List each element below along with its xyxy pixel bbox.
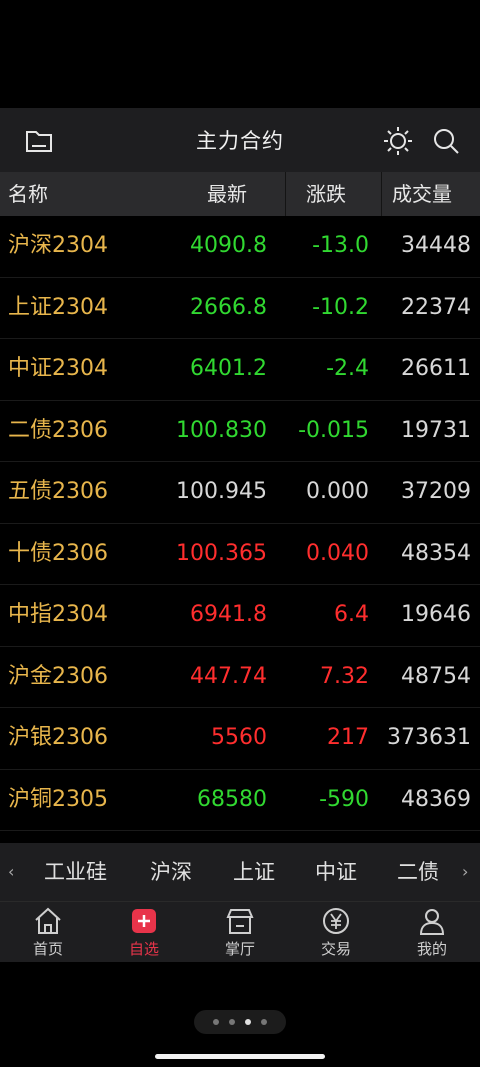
price-change: 7.32 (320, 663, 369, 689)
latest-price: 100.830 (176, 417, 267, 443)
latest-price: 4090.8 (190, 233, 267, 258)
folder-icon[interactable] (24, 126, 54, 156)
price-change: 6.4 (334, 602, 369, 627)
column-change[interactable]: 涨跌 (306, 172, 346, 216)
price-change: 0.000 (306, 479, 369, 504)
yen-trade-icon (323, 908, 349, 934)
bottom-nav: 首页 自选 掌厅 交易 我的 (0, 901, 480, 962)
volume: 26611 (401, 356, 471, 381)
chevron-right-icon[interactable]: › (462, 843, 468, 901)
tab-hushen[interactable]: 沪深 (150, 843, 192, 901)
divider (285, 172, 286, 216)
home-indicator[interactable] (155, 1054, 325, 1059)
volume: 19731 (401, 417, 471, 443)
latest-price: 68580 (197, 786, 267, 812)
title-bar: 主力合约 (0, 108, 480, 172)
nav-watchlist[interactable]: 自选 (96, 902, 192, 962)
column-price[interactable]: 最新 (207, 172, 247, 216)
profile-icon (419, 909, 445, 935)
table-row[interactable]: 中指2304 6941.8 6.4 19646 (0, 585, 480, 647)
price-change: 217 (327, 725, 369, 750)
tab-shangzheng[interactable]: 上证 (233, 843, 275, 901)
watchlist-add-icon (132, 909, 156, 933)
contract-name: 沪金2306 (8, 663, 108, 689)
price-change: -590 (319, 786, 369, 812)
latest-price: 2666.8 (190, 294, 267, 320)
price-change: -13.0 (312, 233, 369, 258)
divider (381, 172, 382, 216)
tab-gongyegui[interactable]: 工业硅 (44, 843, 107, 901)
page-dot (261, 1019, 267, 1025)
contract-name: 十债2306 (8, 540, 108, 566)
nav-home[interactable]: 首页 (0, 902, 96, 962)
hall-icon (226, 909, 254, 934)
nav-label: 自选 (128, 940, 159, 958)
category-tabs: ‹ 工业硅 沪深 上证 中证 二债 › (0, 843, 480, 901)
nav-profile[interactable]: 我的 (384, 902, 480, 962)
price-change: -10.2 (312, 294, 369, 320)
volume: 22374 (401, 294, 471, 320)
price-change: -0.015 (298, 417, 369, 443)
contract-name: 沪深2304 (8, 233, 108, 258)
table-row[interactable]: 沪金2306 447.74 7.32 48754 (0, 646, 480, 708)
latest-price: 6401.2 (190, 356, 267, 381)
volume: 48354 (401, 540, 471, 566)
nav-label: 首页 (32, 940, 63, 958)
latest-price: 6941.8 (190, 602, 267, 627)
column-volume[interactable]: 成交量 (392, 172, 452, 216)
volume: 37209 (401, 479, 471, 504)
table-row[interactable]: 十债2306 100.365 0.040 48354 (0, 523, 480, 585)
price-change: -2.4 (326, 356, 369, 381)
table-row[interactable]: 上证2304 2666.8 -10.2 22374 (0, 277, 480, 339)
nav-hall[interactable]: 掌厅 (192, 902, 288, 962)
tab-zhongzheng[interactable]: 中证 (315, 843, 357, 901)
chevron-left-icon[interactable]: ‹ (8, 843, 14, 901)
search-icon[interactable] (431, 126, 461, 156)
volume: 19646 (401, 602, 471, 627)
page-indicator[interactable] (194, 1010, 286, 1034)
contract-name: 二债2306 (8, 417, 108, 443)
contract-name: 中指2304 (8, 602, 108, 627)
tab-erzhai[interactable]: 二债 (397, 843, 439, 901)
page-dot (229, 1019, 235, 1025)
latest-price: 447.74 (190, 663, 267, 689)
volume: 48369 (401, 786, 471, 812)
contract-name: 五债2306 (8, 479, 108, 504)
latest-price: 100.945 (176, 479, 267, 504)
table-row[interactable]: 沪深2304 4090.8 -13.0 34448 (0, 216, 480, 278)
volume: 48754 (401, 663, 471, 689)
nav-label: 掌厅 (224, 940, 255, 958)
column-header: 名称 最新 涨跌 成交量 (0, 172, 480, 224)
contract-name: 沪铜2305 (8, 786, 108, 812)
table-row[interactable]: 中证2304 6401.2 -2.4 26611 (0, 339, 480, 401)
price-change: 0.040 (306, 540, 369, 566)
latest-price: 5560 (211, 725, 267, 750)
nav-trade[interactable]: 交易 (288, 902, 384, 962)
quote-list: 沪深2304 4090.8 -13.0 34448 上证2304 2666.8 … (0, 216, 480, 831)
brightness-icon[interactable] (383, 126, 413, 156)
table-row[interactable]: 二债2306 100.830 -0.015 19731 (0, 400, 480, 462)
page-title: 主力合约 (196, 129, 284, 153)
volume: 34448 (401, 233, 471, 258)
home-icon (35, 907, 61, 934)
contract-name: 上证2304 (8, 294, 108, 320)
volume: 373631 (387, 725, 471, 750)
nav-label: 我的 (416, 940, 447, 958)
contract-name: 沪银2306 (8, 725, 108, 750)
page-dot-active (245, 1019, 251, 1025)
table-row[interactable]: 五债2306 100.945 0.000 37209 (0, 462, 480, 524)
nav-label: 交易 (320, 940, 351, 958)
page-dot (213, 1019, 219, 1025)
table-row[interactable]: 沪铜2305 68580 -590 48369 (0, 769, 480, 831)
column-name[interactable]: 名称 (8, 172, 48, 216)
table-row[interactable]: 沪银2306 5560 217 373631 (0, 708, 480, 770)
contract-name: 中证2304 (8, 356, 108, 381)
latest-price: 100.365 (176, 540, 267, 566)
